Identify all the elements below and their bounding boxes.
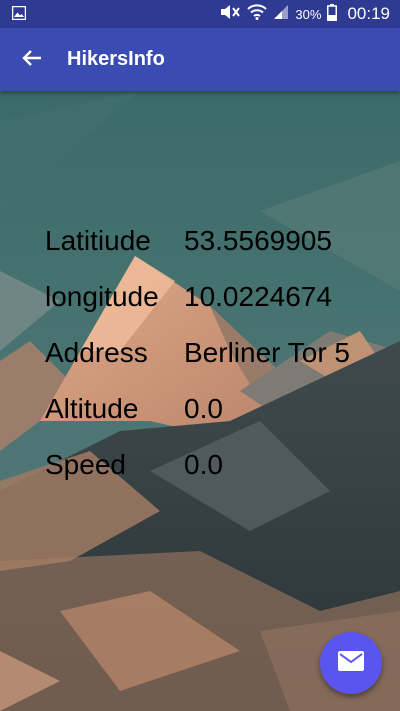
mute-icon (219, 4, 241, 24)
back-button[interactable] (12, 40, 52, 80)
battery-percent: 30% (295, 6, 322, 22)
battery-icon (327, 3, 338, 25)
app-title: HikersInfo (67, 48, 165, 70)
image-icon (11, 5, 27, 21)
longitude-value: 10.0224674 (184, 281, 332, 312)
status-icons: 30% 00:19 (219, 0, 390, 28)
status-bar: 30% 00:19 (0, 0, 400, 28)
arrow-left-icon (22, 49, 42, 72)
altitude-value: 0.0 (184, 393, 223, 424)
wifi-icon (247, 4, 268, 24)
address-label: Address (45, 337, 148, 368)
app-bar: HikersInfo (0, 28, 400, 91)
signal-icon (273, 4, 289, 24)
mail-icon (338, 650, 364, 676)
speed-label: Speed (45, 449, 126, 480)
latitude-value: 53.5569905 (184, 225, 332, 256)
send-mail-fab[interactable] (320, 632, 382, 694)
screen: 30% 00:19 HikersInfo Latitiude 53.556990… (0, 0, 400, 711)
latitude-label: Latitiude (45, 225, 151, 256)
speed-value: 0.0 (184, 449, 223, 480)
altitude-label: Altitude (45, 393, 139, 424)
longitude-label: longitude (45, 281, 159, 312)
status-clock: 00:19 (347, 4, 390, 23)
address-value: Berliner Tor 5 (184, 337, 351, 368)
